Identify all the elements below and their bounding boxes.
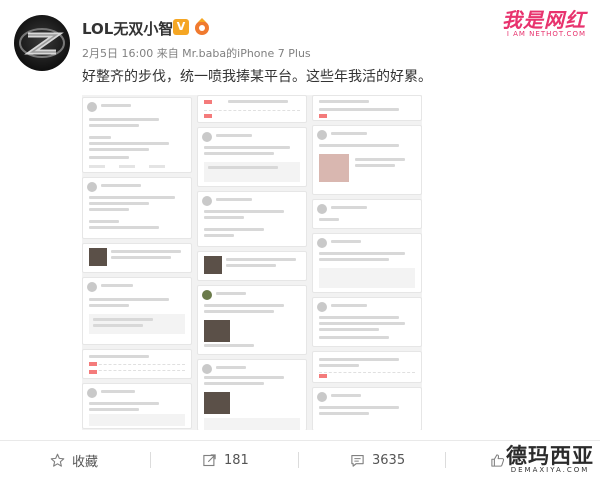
comment-count: 3635: [372, 452, 406, 468]
level-badge-icon: [195, 18, 209, 35]
favorite-label: 收藏: [72, 454, 99, 470]
favorite-button[interactable]: 收藏: [50, 443, 98, 477]
watermark-bottom-subtitle: DEMAXIYA.COM: [510, 466, 590, 474]
comment-button[interactable]: 3635: [350, 443, 405, 477]
post-image-collage[interactable]: [82, 95, 422, 430]
screenshot-card: [82, 177, 192, 239]
watermark-bottom: 德玛西亚 DEMAXIYA.COM: [506, 440, 594, 474]
watermark-top-subtitle: I AM NETHOT.COM: [506, 30, 586, 38]
repost-button[interactable]: 181: [202, 443, 249, 477]
screenshot-card: [197, 359, 307, 430]
screenshot-card: [197, 285, 307, 355]
screenshot-card: [82, 349, 192, 379]
screenshot-card: [312, 233, 422, 293]
action-separator: [298, 452, 299, 468]
avatar[interactable]: [14, 15, 70, 71]
username[interactable]: LOL无双小智: [82, 18, 173, 39]
post-meta: 2月5日 16:00 来自 Mr.baba的iPhone 7 Plus: [82, 47, 311, 60]
repost-icon: [203, 453, 216, 466]
comment-icon: [351, 454, 364, 467]
screenshot-card: [197, 127, 307, 187]
screenshot-card: [312, 125, 422, 195]
action-separator: [150, 452, 151, 468]
like-icon: [491, 453, 505, 467]
post-text: 好整齐的步伐，统一喷我捧某平台。这些年我活的好累。: [82, 69, 432, 85]
screenshot-card: [197, 251, 307, 281]
watermark-top: 我是网红 I AM NETHOT.COM: [502, 4, 586, 38]
screenshot-card: [312, 297, 422, 347]
verified-badge-icon: V: [173, 19, 189, 35]
screenshot-card: [197, 191, 307, 247]
screenshot-card: [312, 199, 422, 229]
z-logo-icon: [19, 28, 65, 58]
action-separator: [445, 452, 446, 468]
screenshot-card: [82, 277, 192, 345]
star-icon: [50, 453, 65, 467]
screenshot-card: [82, 383, 192, 429]
screenshot-card: [82, 97, 192, 173]
screenshot-card: [312, 95, 422, 121]
screenshot-card: [82, 243, 192, 273]
screenshot-card: [312, 351, 422, 383]
screenshot-card: [197, 95, 307, 123]
screenshot-card: [312, 387, 422, 430]
watermark-top-title: 我是网红: [502, 8, 586, 32]
repost-count: 181: [224, 452, 249, 468]
